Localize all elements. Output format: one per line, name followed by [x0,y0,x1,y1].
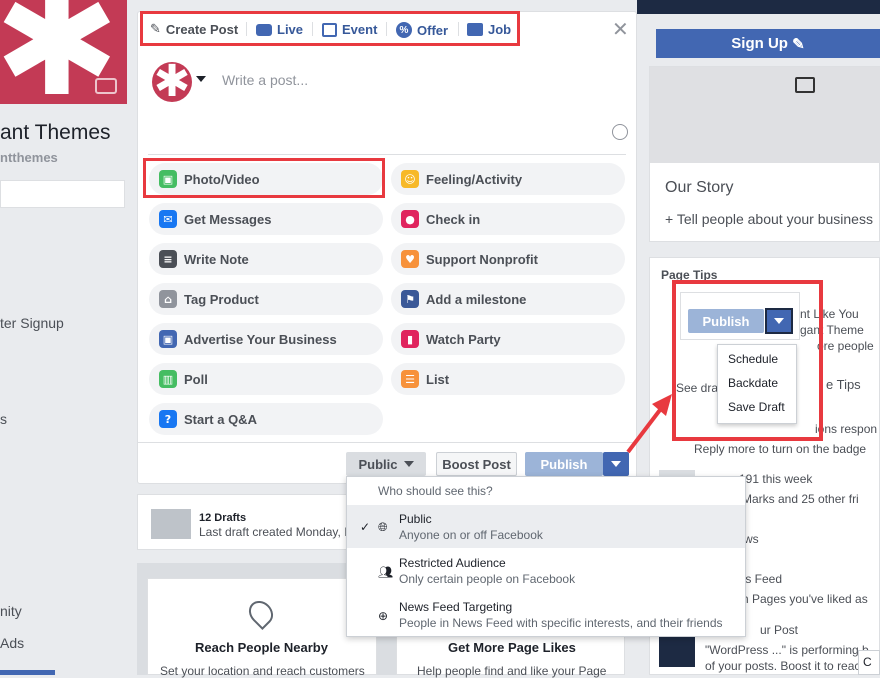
checkmark-icon: ✓ [360,520,371,534]
tabs-highlight-box [140,11,520,46]
audience-header: Who should see this? [378,484,493,498]
action-label: Tag Product [184,291,259,307]
audience-option-title: Restricted Audience [399,556,506,570]
post-thumbnail [659,637,695,667]
tip-text: Reply more to turn on the badge [694,442,867,456]
page-search-input[interactable] [0,180,125,208]
action-advertise-your-business[interactable]: ▣ Advertise Your Business [149,323,383,355]
advertise-icon: ▣ [159,330,177,348]
post-input[interactable]: Write a post... [222,72,308,88]
page-name: ant Themes [0,121,111,144]
tip-link[interactable]: e Tips [826,377,861,392]
action-list[interactable]: ☰ List [391,363,625,395]
popcorn-icon: ▮ [401,330,419,348]
action-label: Advertise Your Business [184,331,337,347]
draft-icon [151,509,191,539]
drafts-subtitle: Last draft created Monday, I [199,525,348,539]
top-bar [637,0,880,14]
tip-text: of your posts. Boost it to reach [705,659,868,673]
left-nav-item[interactable]: Ads [0,635,24,651]
left-nav-item[interactable]: s [0,411,7,427]
action-label: List [426,371,450,387]
action-label: Check in [426,211,481,227]
action-check-in[interactable]: ● Check in [391,203,625,235]
left-nav-item[interactable]: nity [0,603,22,619]
tip-text: ions respon [815,422,878,436]
note-icon: ≡ [159,250,177,268]
action-add-a-milestone[interactable]: ⚑ Add a milestone [391,283,625,315]
reach-title: Reach People Nearby [195,640,328,655]
chevron-down-icon[interactable] [196,76,206,82]
arrow-annotation [626,394,672,454]
action-watch-party[interactable]: ▮ Watch Party [391,323,625,355]
add-photo-icon[interactable] [795,77,815,93]
callout-highlight-box [672,280,823,441]
action-label: Watch Party [426,331,501,347]
messenger-icon: ✉ [159,210,177,228]
people-icon: 👥︎ [378,565,394,579]
likes-title: Get More Page Likes [448,640,576,655]
list-icon: ☰ [401,370,419,388]
pencil-icon: ✎ [792,35,805,53]
action-get-messages[interactable]: ✉ Get Messages [149,203,383,235]
chevron-down-icon [611,461,621,467]
location-pin-icon: ● [401,210,419,228]
target-icon: ⊕ [378,609,389,623]
smiley-icon: ☺ [401,170,419,188]
action-label: Poll [184,371,208,387]
flag-icon: ⚑ [401,290,419,308]
tip-text: om Pages you've liked as [732,592,868,606]
page-handle: ntthemes [0,150,58,165]
our-story-heading: Our Story [665,179,734,196]
action-write-note[interactable]: ≡ Write Note [149,243,383,275]
left-nav-button[interactable] [0,670,55,675]
action-label: Support Nonprofit [426,251,538,267]
close-icon[interactable]: ✕ [612,17,629,41]
cover-photo: ✱ [0,0,127,104]
arrow-head [652,394,672,416]
poll-icon: ▥ [159,370,177,388]
avatar[interactable]: ✱ [152,62,192,102]
tip-text: ore people [817,339,874,353]
tip-text: "WordPress ..." is performing b [705,643,869,657]
audience-option-desc: Anyone on or off Facebook [399,528,543,542]
drafts-title: 12 Drafts [199,512,247,524]
action-label: Start a Q&A [184,411,257,427]
footer-divider [137,442,637,443]
action-tag-product[interactable]: ⌂ Tag Product [149,283,383,315]
sign-up-button[interactable]: Sign Up ✎ [656,29,880,58]
left-nav-item[interactable]: ter Signup [0,315,64,331]
reach-subtitle: Set your location and reach customers [160,664,365,678]
audience-button[interactable]: Public [346,452,426,476]
tip-text: a Marks and 25 other fri [732,492,859,506]
audience-option-title: Public [399,512,432,526]
photo-highlight-box [143,158,385,198]
camera-icon[interactable] [95,78,117,94]
globe-icon: 🌐︎ [378,520,388,534]
tell-people-link[interactable]: + Tell people about your business [665,211,873,227]
audience-option-desc: People in News Feed with specific intere… [399,616,723,630]
chevron-down-icon [403,461,414,467]
tag-icon: ⌂ [159,290,177,308]
emoji-icon[interactable] [612,124,628,140]
boost-post-button[interactable]: Boost Post [436,452,517,476]
likes-subtitle: Help people find and like your Page [417,664,607,678]
action-poll[interactable]: ▥ Poll [149,363,383,395]
action-label: Add a milestone [426,291,527,307]
action-label: Feeling/Activity [426,171,523,187]
heart-coin-icon: ♥ [401,250,419,268]
tip-text: ur Post [760,623,799,637]
audience-option-desc: Only certain people on Facebook [399,572,576,586]
action-feeling-activity[interactable]: ☺ Feeling/Activity [391,163,625,195]
question-icon: ? [159,410,177,428]
audience-option-title: News Feed Targeting [399,600,513,614]
composer-divider [148,154,626,155]
action-label: Get Messages [184,211,272,227]
story-photo [650,67,880,163]
action-label: Write Note [184,251,249,267]
action-start-a-q-a[interactable]: ? Start a Q&A [149,403,383,435]
chat-tab[interactable]: C [858,650,880,675]
publish-button[interactable]: Publish [525,452,603,476]
action-support-nonprofit[interactable]: ♥ Support Nonprofit [391,243,625,275]
